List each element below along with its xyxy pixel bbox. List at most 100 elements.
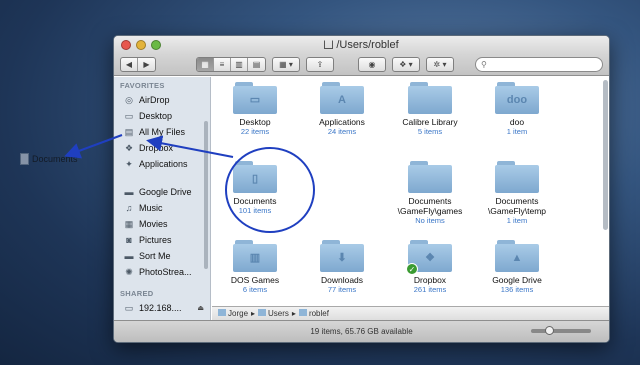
view-switcher: ▦ ≡ ▥ ▤	[196, 57, 266, 72]
cover-flow-button[interactable]: ▤	[248, 58, 265, 71]
path-item-jorge[interactable]: Jorge	[218, 309, 248, 318]
file-item-count: 6 items	[242, 285, 268, 294]
sidebar-item-google-drive[interactable]: ▬ Google Drive	[114, 184, 210, 200]
sidebar-header-shared: SHARED	[120, 289, 154, 298]
icon-size-slider[interactable]	[531, 326, 591, 335]
file-name: Desktop	[239, 117, 271, 127]
sync-check-icon: ✓	[406, 263, 418, 275]
sidebar-item-airdrop[interactable]: ◎ AirDrop	[114, 92, 210, 108]
file-item-count: No items	[415, 216, 445, 225]
file-item-documents-gamefly-games[interactable]: Documents \GameFly\games No items	[385, 161, 475, 226]
finder-window: /Users/roblef ◀ ▶ ▦ ≡ ▥ ▤ ▦ ▾ ⇪ ◉ ❖ ▾ ✲ …	[113, 35, 610, 343]
sidebar-item-music[interactable]: ♫ Music	[114, 200, 210, 216]
status-text: 19 items, 65.76 GB available	[310, 327, 413, 336]
window-title: /Users/roblef	[114, 36, 609, 54]
folder-icon: ▬	[124, 251, 134, 261]
share-button[interactable]: ⇪	[306, 57, 334, 72]
path-item-users[interactable]: Users	[258, 309, 289, 318]
eject-icon[interactable]: ⏏	[197, 304, 204, 312]
column-view-button[interactable]: ▥	[231, 58, 248, 71]
file-item-count: 1 item	[506, 216, 528, 225]
folder-icon: ▥	[233, 240, 277, 272]
network-display-icon: ▭	[124, 302, 134, 313]
file-item-google-drive[interactable]: ▲ Google Drive 136 items	[472, 240, 562, 295]
file-item-downloads[interactable]: ⬇ Downloads 77 items	[297, 240, 387, 295]
folder-icon	[495, 161, 539, 193]
sidebar-item-label: All My Files	[139, 127, 186, 137]
movies-icon: ▦	[124, 218, 134, 229]
sidebar-item-192-168[interactable]: ▭ 192.168.... ⏏	[114, 300, 210, 316]
file-item-count: 101 items	[238, 206, 272, 215]
dropbox-menu-button[interactable]: ❖ ▾	[392, 57, 420, 72]
title-bar[interactable]: /Users/roblef	[114, 36, 609, 54]
file-item-dropbox[interactable]: ❖ ✓ Dropbox 261 items	[385, 240, 475, 295]
sidebar-item-label: Applications	[139, 159, 188, 169]
music-icon: ♫	[125, 203, 133, 213]
action-menu-button[interactable]: ✲ ▾	[426, 57, 454, 72]
sidebar-item-label: AirDrop	[139, 95, 170, 105]
desktop-file-label: Documents	[32, 154, 78, 164]
slider-knob[interactable]	[545, 326, 554, 335]
airdrop-icon: ◎	[125, 94, 133, 105]
sidebar-item-all-my-files[interactable]: ▤ All My Files	[114, 124, 210, 140]
file-item-count: 77 items	[327, 285, 357, 294]
file-name: Google Drive	[492, 275, 542, 285]
sidebar-item-label: PhotoStrea...	[139, 267, 192, 277]
home-icon	[298, 309, 307, 316]
file-item-documents[interactable]: ▯ Documents 101 items	[210, 161, 300, 216]
file-name: Documents \GameFly\games	[397, 196, 463, 216]
file-item-count: 5 items	[417, 127, 443, 136]
file-name: Documents	[233, 196, 277, 206]
sidebar-item-desktop[interactable]: ▭ Desktop	[114, 108, 210, 124]
sidebar-item-applications[interactable]: ✦ Applications	[114, 156, 210, 172]
disk-icon	[218, 309, 226, 316]
file-item-count: 261 items	[413, 285, 447, 294]
file-item-doo[interactable]: doo doo 1 item	[472, 82, 562, 137]
path-bar: Jorge ▸ Users ▸ roblef	[212, 306, 609, 320]
sidebar-item-label: Movies	[139, 219, 168, 229]
file-item-count: 22 items	[240, 127, 270, 136]
minimize-button[interactable]	[136, 40, 146, 50]
file-name: doo	[509, 117, 525, 127]
sidebar-item-dropbox[interactable]: ❖ Dropbox	[114, 140, 210, 156]
sidebar-item-pictures[interactable]: ◙ Pictures	[114, 232, 210, 248]
file-name: Downloads	[320, 275, 364, 285]
sidebar-item-sort-me[interactable]: ▬ Sort Me	[114, 248, 210, 264]
forward-button[interactable]: ▶	[138, 58, 155, 71]
path-item-roblef[interactable]: roblef	[298, 309, 329, 318]
content-scrollbar[interactable]	[603, 80, 608, 230]
list-view-button[interactable]: ≡	[214, 58, 231, 71]
quick-look-button[interactable]: ◉	[358, 57, 386, 72]
file-item-documents-gamefly-temp[interactable]: Documents \GameFly\temp 1 item	[472, 161, 562, 226]
zoom-button[interactable]	[151, 40, 161, 50]
dropbox-icon: ❖	[124, 142, 134, 153]
arrange-button[interactable]: ▦ ▾	[272, 57, 300, 72]
sidebar-scrollbar[interactable]	[204, 121, 208, 269]
pictures-icon: ◙	[126, 235, 132, 245]
search-field[interactable]: ⚲	[475, 57, 603, 72]
close-button[interactable]	[121, 40, 131, 50]
file-name: DOS Games	[230, 275, 280, 285]
file-item-calibre-library[interactable]: Calibre Library 5 items	[385, 82, 475, 137]
file-item-applications[interactable]: A Applications 24 items	[297, 82, 387, 137]
back-button[interactable]: ◀	[121, 58, 138, 71]
sidebar-item-label: Music	[139, 203, 163, 213]
sidebar-item-label: 192.168....	[139, 303, 182, 313]
folder-icon: ▬	[124, 187, 134, 197]
sidebar-item-movies[interactable]: ▦ Movies	[114, 216, 210, 232]
folder-icon	[408, 82, 452, 114]
file-name: Documents \GameFly\temp	[487, 196, 547, 216]
path-separator: ▸	[251, 309, 256, 318]
file-item-dos-games[interactable]: ▥ DOS Games 6 items	[210, 240, 300, 295]
file-item-desktop[interactable]: ▭ Desktop 22 items	[210, 82, 300, 137]
file-item-count: 136 items	[500, 285, 534, 294]
icon-view-button[interactable]: ▦	[197, 58, 214, 71]
desktop-icon: ▭	[124, 110, 134, 121]
folder-icon: ▭	[233, 82, 277, 114]
sidebar-header-favorites: FAVORITES	[120, 81, 165, 90]
sidebar-item-photostrea[interactable]: ✺ PhotoStrea...	[114, 264, 210, 280]
folder-icon	[408, 161, 452, 193]
window-controls	[121, 40, 161, 50]
photostream-icon: ✺	[125, 266, 133, 277]
desktop-documents-file[interactable]: Documents	[20, 150, 90, 168]
